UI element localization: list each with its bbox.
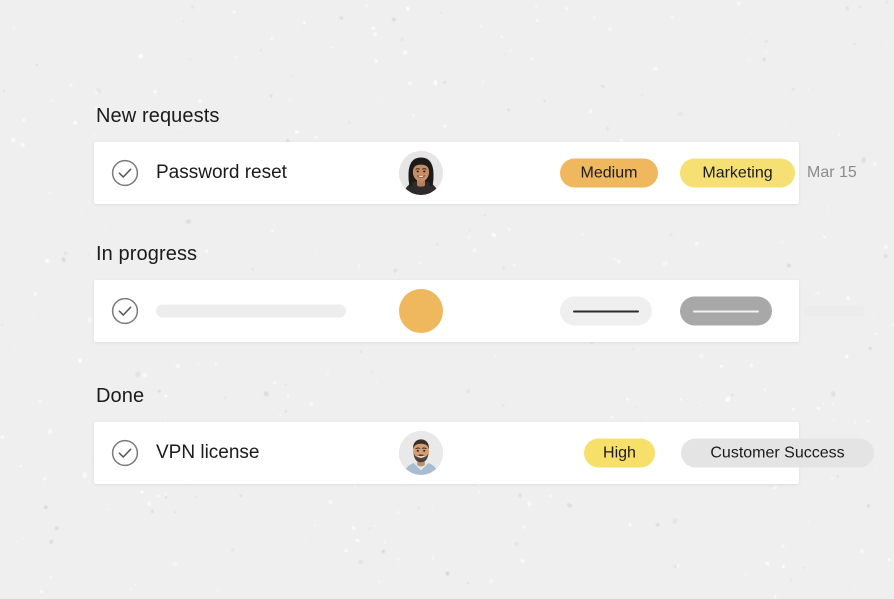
task-title-placeholder <box>156 304 346 318</box>
avatar-man-image <box>399 431 443 475</box>
placeholder-line <box>692 310 760 312</box>
tag-badge-marketing[interactable]: Marketing <box>680 158 795 188</box>
check-circle-icon[interactable] <box>111 439 139 467</box>
check-circle-icon[interactable] <box>111 297 139 325</box>
section-in-progress: In progress <box>94 242 865 342</box>
avatar[interactable] <box>399 151 443 195</box>
avatar-placeholder <box>399 289 443 333</box>
task-title: Password reset <box>156 162 287 183</box>
task-row-vpn-license[interactable]: VPN license High Customer Success <box>94 422 874 484</box>
avatar-woman-image <box>399 151 443 195</box>
section-title-in-progress: In progress <box>96 243 198 265</box>
section-title-new-requests: New requests <box>96 105 220 127</box>
priority-badge-placeholder <box>560 296 652 326</box>
avatar[interactable] <box>399 431 443 475</box>
task-row-password-reset[interactable]: Password reset Medium Marketing Mar 15 <box>94 142 857 204</box>
section-new-requests: New requests Password reset Medium Marke… <box>94 104 857 204</box>
section-done: Done VPN license High Customer Success <box>94 384 874 484</box>
task-row-loading[interactable] <box>94 280 865 342</box>
due-date-placeholder <box>803 306 865 316</box>
due-date: Mar 15 <box>807 164 857 181</box>
placeholder-line <box>572 310 640 312</box>
priority-badge-high[interactable]: High <box>584 438 655 468</box>
task-title: VPN license <box>156 442 260 463</box>
check-circle-icon[interactable] <box>111 159 139 187</box>
priority-badge-medium[interactable]: Medium <box>560 158 658 188</box>
section-title-done: Done <box>96 385 145 407</box>
task-board: New requests Password reset Medium Marke… <box>0 0 894 599</box>
tag-badge-customer-success[interactable]: Customer Success <box>681 438 874 468</box>
tag-badge-placeholder <box>680 296 772 326</box>
